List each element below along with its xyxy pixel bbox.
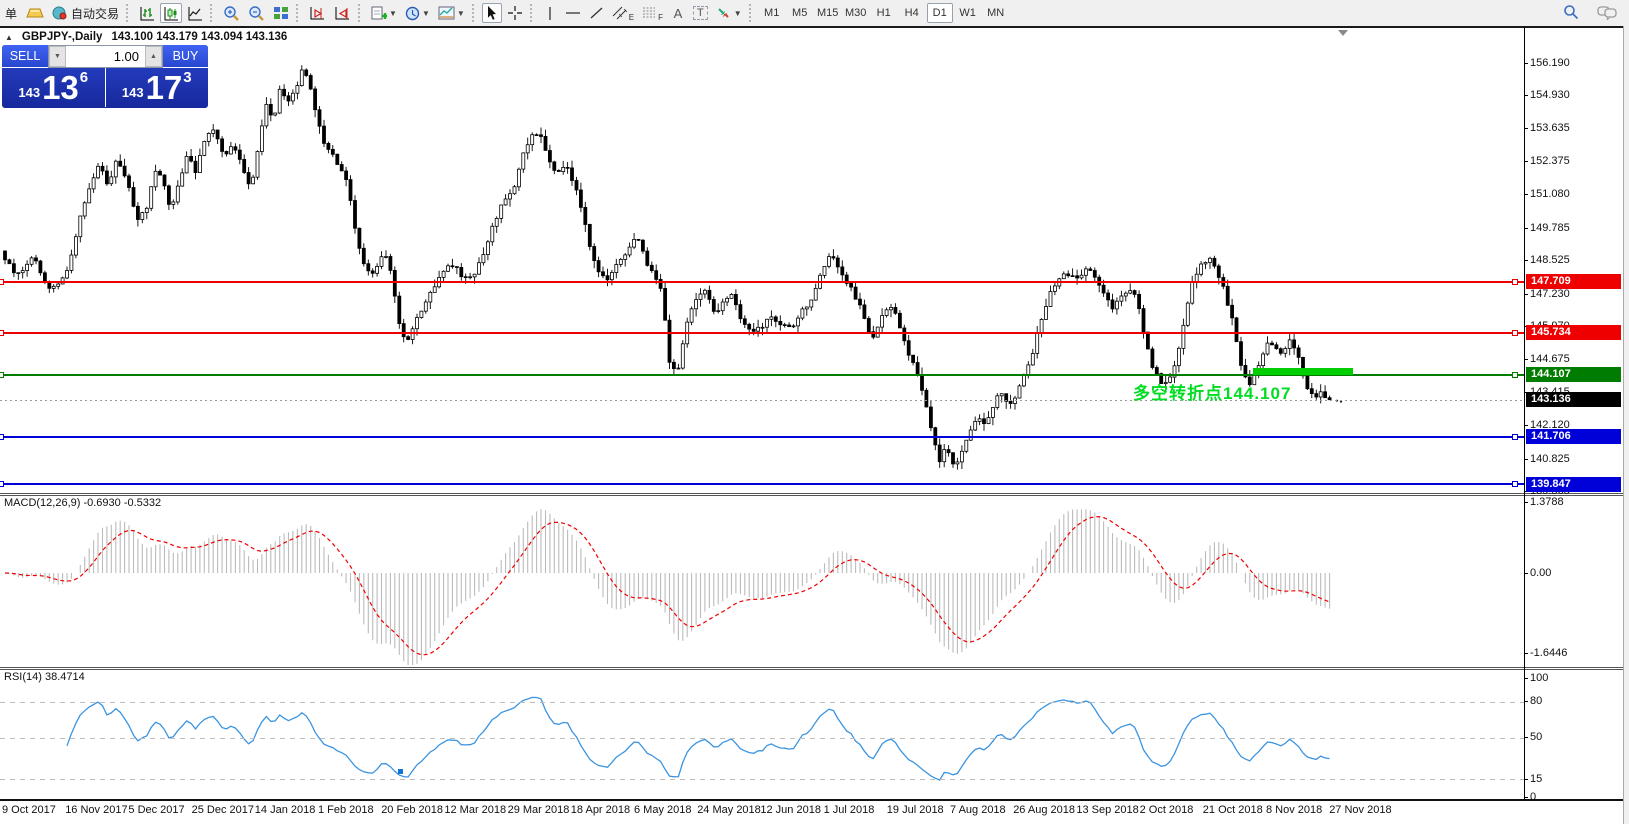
chart-shift-marker-icon[interactable] (1338, 30, 1348, 36)
sell-button[interactable]: SELL (2, 45, 48, 68)
current-price-line (0, 400, 1524, 401)
buy-price-tile[interactable]: 143 17 3 (106, 68, 209, 107)
volume-increase-button[interactable]: ▲ (145, 46, 162, 67)
price-line-label: 145.734 (1526, 325, 1621, 340)
collapse-arrow-icon[interactable]: ▲ (5, 33, 13, 42)
candle-wicks (5, 65, 1330, 469)
one-click-trading-panel: SELL ▼ 1.00 ▲ BUY 143 13 6 143 17 3 (2, 45, 208, 108)
rsi-level-line (0, 738, 1524, 739)
chart-annotation-text[interactable]: 多空转折点144.107 (1133, 379, 1291, 404)
volume-input[interactable]: 1.00 (66, 46, 145, 67)
line-anchor-handle[interactable] (1512, 481, 1518, 487)
symbol-period-label: GBPJPY-,Daily (22, 31, 103, 43)
horizontal-line[interactable] (0, 281, 1524, 283)
sell-price-tile[interactable]: 143 13 6 (2, 68, 106, 107)
sell-price-base: 143 (18, 85, 40, 100)
sell-price-point: 6 (80, 69, 88, 86)
line-anchor-handle[interactable] (0, 279, 4, 285)
line-anchor-handle[interactable] (0, 372, 4, 378)
line-anchor-handle[interactable] (1512, 434, 1518, 440)
ohlc-values: 143.100 143.179 143.094 143.136 (111, 31, 287, 43)
rsi-label: RSI(14) 38.4714 (4, 671, 85, 683)
rsi-level-line (0, 779, 1524, 780)
macd-signal-line (5, 517, 1330, 655)
macd-label: MACD(12,26,9) -0.6930 -0.5332 (4, 497, 161, 509)
horizontal-line[interactable] (0, 483, 1524, 485)
sell-price-pips: 13 (42, 70, 79, 106)
candles (4, 70, 1332, 464)
line-anchor-handle[interactable] (0, 481, 4, 487)
buy-button[interactable]: BUY (163, 45, 208, 68)
highlight-segment[interactable] (1253, 368, 1353, 375)
volume-decrease-button[interactable]: ▼ (49, 46, 66, 67)
volume-spinner: ▼ 1.00 ▲ (48, 45, 163, 68)
buy-price-base: 143 (122, 85, 144, 100)
price-line-label: 141.706 (1526, 429, 1621, 444)
buy-price-point: 3 (183, 69, 191, 86)
trade-panel-price-row: 143 13 6 143 17 3 (2, 68, 208, 107)
chart-title[interactable]: ▲ GBPJPY-,Daily 143.100 143.179 143.094 … (5, 31, 287, 43)
horizontal-line[interactable] (0, 332, 1524, 334)
line-anchor-handle[interactable] (1512, 372, 1518, 378)
buy-price-pips: 17 (146, 70, 183, 106)
rsi-level-line (0, 702, 1524, 703)
price-line-label: 139.847 (1526, 477, 1621, 492)
price-line-label: 144.107 (1526, 367, 1621, 382)
rsi-line (67, 697, 1330, 780)
horizontal-line[interactable] (0, 436, 1524, 438)
line-anchor-handle[interactable] (398, 769, 403, 774)
chart-canvas[interactable] (0, 0, 1629, 824)
mt4-window: { "toolbar": { "order_label": "单", "auto… (0, 0, 1629, 824)
trade-panel-top-row: SELL ▼ 1.00 ▲ BUY (2, 45, 208, 68)
macd-histogram (5, 509, 1330, 665)
line-anchor-handle[interactable] (0, 330, 4, 336)
line-anchor-handle[interactable] (1512, 330, 1518, 336)
line-anchor-handle[interactable] (1512, 279, 1518, 285)
price-line-label: 147.709 (1526, 274, 1621, 289)
line-anchor-handle[interactable] (0, 434, 4, 440)
current-price-label: 143.136 (1526, 392, 1621, 407)
